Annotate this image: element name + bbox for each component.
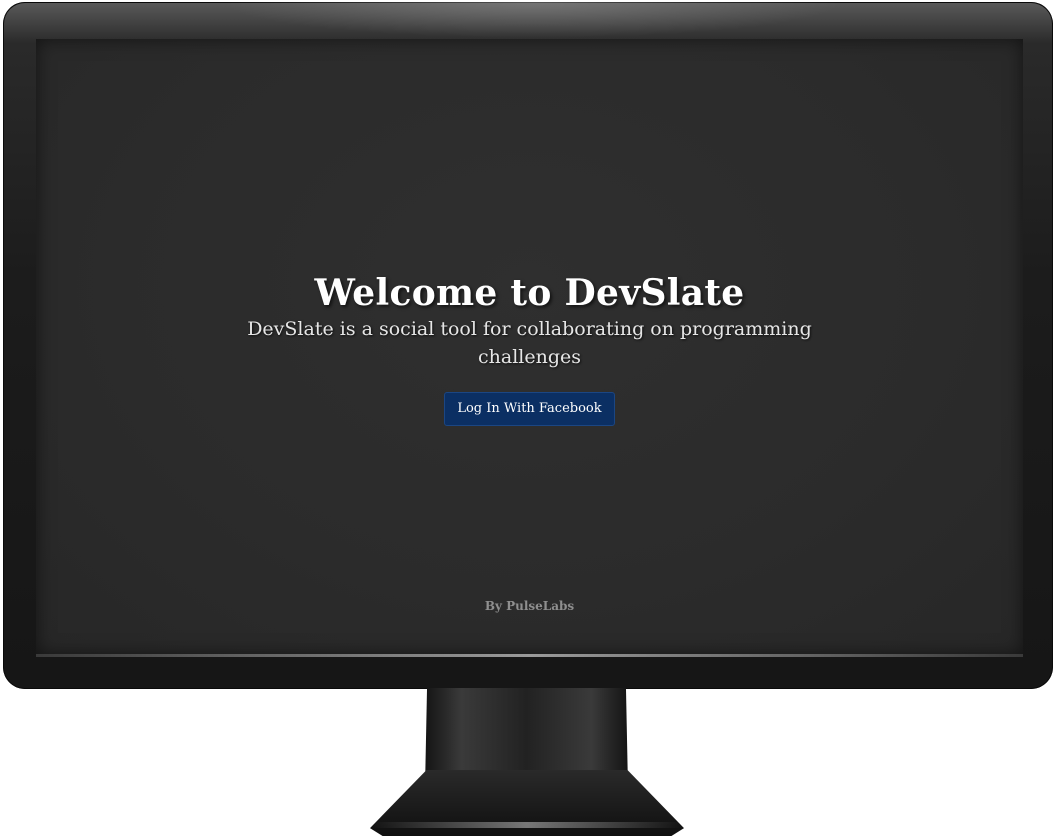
facebook-login-button[interactable]: Log In With Facebook <box>444 392 615 426</box>
hero-section: Welcome to DevSlate DevSlate is a social… <box>36 271 1023 426</box>
page-subtitle: DevSlate is a social tool for collaborat… <box>247 318 812 368</box>
stand-base-highlight <box>372 822 682 828</box>
monitor-frame: Welcome to DevSlate DevSlate is a social… <box>3 2 1053 689</box>
page-title: Welcome to DevSlate <box>314 272 745 314</box>
monitor-top-highlight <box>223 2 843 38</box>
screen: Welcome to DevSlate DevSlate is a social… <box>36 39 1023 655</box>
bezel-highlight <box>36 654 1023 657</box>
footer-credit: By PulseLabs <box>484 599 575 613</box>
